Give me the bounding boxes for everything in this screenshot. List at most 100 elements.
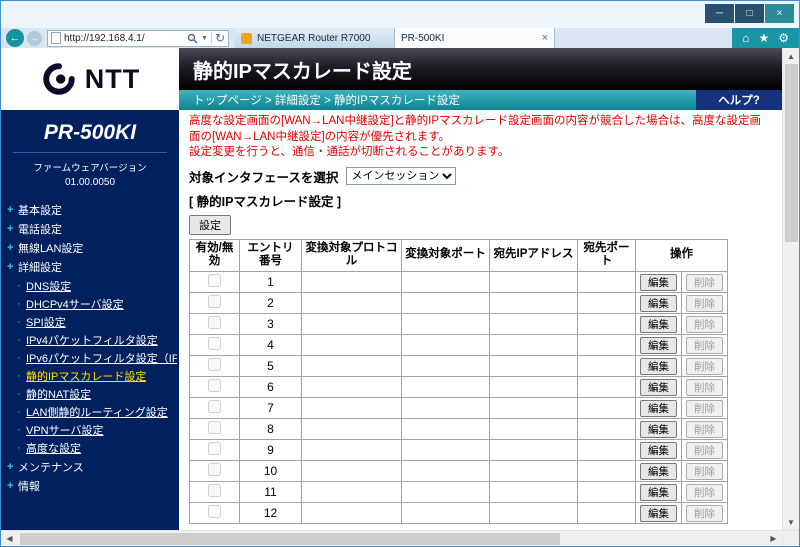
delete-button[interactable]: 削除 — [686, 316, 723, 333]
scroll-right-icon[interactable]: ▶ — [765, 531, 782, 547]
enable-checkbox[interactable] — [208, 379, 221, 392]
edit-button[interactable]: 編集 — [640, 400, 677, 417]
sidebar-subitem[interactable]: ·IPv4パケットフィルタ設定 — [17, 332, 177, 348]
sidebar-subitem[interactable]: ·SPI設定 — [17, 314, 177, 330]
sidebar-item[interactable]: +メンテナンス — [7, 459, 177, 475]
refresh-icon[interactable]: ↻ — [215, 31, 225, 45]
scroll-left-icon[interactable]: ◀ — [1, 531, 18, 547]
warning-text: 高度な設定画面の[WAN→LAN中継設定]と静的IPマスカレード設定画面の内容が… — [189, 114, 772, 161]
interface-select[interactable]: メインセッション — [346, 167, 456, 185]
search-icon[interactable] — [187, 33, 198, 44]
sidebar-link[interactable]: 静的IPマスカレード設定 — [26, 368, 146, 384]
sidebar-item[interactable]: +詳細設定 — [7, 259, 177, 275]
sidebar-link[interactable]: DHCPv4サーバ設定 — [26, 296, 124, 312]
warning-line: 高度な設定画面の[WAN→LAN中継設定]と静的IPマスカレード設定画面の内容が… — [189, 114, 772, 145]
edit-button[interactable]: 編集 — [640, 421, 677, 438]
home-icon[interactable]: ⌂ — [742, 31, 749, 45]
delete-button[interactable]: 削除 — [686, 505, 723, 522]
enable-checkbox[interactable] — [208, 400, 221, 413]
horizontal-scroll-thumb[interactable] — [20, 533, 560, 545]
sidebar-link[interactable]: 高度な設定 — [26, 440, 81, 456]
edit-button[interactable]: 編集 — [640, 337, 677, 354]
edit-cell: 編集 — [636, 293, 682, 314]
enable-checkbox[interactable] — [208, 295, 221, 308]
delete-button[interactable]: 削除 — [686, 274, 723, 291]
url-dropdown-icon[interactable]: ▼ — [201, 35, 208, 42]
sidebar-subitem[interactable]: ·VPNサーバ設定 — [17, 422, 177, 438]
sidebar-link[interactable]: IPv6パケットフィルタ設定（IPo — [26, 350, 177, 366]
enable-checkbox[interactable] — [208, 505, 221, 518]
settings-gear-icon[interactable]: ⚙ — [778, 31, 789, 45]
tab-netgear-router[interactable]: NETGEAR Router R7000 — [235, 28, 395, 48]
enable-checkbox[interactable] — [208, 442, 221, 455]
delete-button[interactable]: 削除 — [686, 442, 723, 459]
sidebar-item[interactable]: +基本設定 — [7, 202, 177, 218]
sidebar-item[interactable]: +情報 — [7, 478, 177, 494]
sidebar-subitem[interactable]: ·DHCPv4サーバ設定 — [17, 296, 177, 312]
sidebar-item[interactable]: +電話設定 — [7, 221, 177, 237]
delete-button[interactable]: 削除 — [686, 421, 723, 438]
favorites-star-icon[interactable]: ★ — [758, 31, 769, 45]
edit-button[interactable]: 編集 — [640, 274, 677, 291]
delete-button[interactable]: 削除 — [686, 379, 723, 396]
enable-checkbox[interactable] — [208, 316, 221, 329]
enable-checkbox[interactable] — [208, 463, 221, 476]
edit-button[interactable]: 編集 — [640, 484, 677, 501]
edit-button[interactable]: 編集 — [640, 379, 677, 396]
empty-cell — [402, 293, 490, 314]
sidebar-subitem[interactable]: ·静的NAT設定 — [17, 386, 177, 402]
delete-button[interactable]: 削除 — [686, 400, 723, 417]
delete-button[interactable]: 削除 — [686, 463, 723, 480]
page-title: 静的IPマスカレード設定 — [179, 48, 782, 90]
help-button[interactable]: ヘルプ? — [696, 90, 782, 110]
address-bar[interactable]: http://192.168.4.1/ ▼ ↻ — [47, 30, 229, 47]
sidebar-link[interactable]: IPv4パケットフィルタ設定 — [26, 332, 158, 348]
sidebar-link[interactable]: VPNサーバ設定 — [26, 422, 104, 438]
sidebar-subitem[interactable]: ·高度な設定 — [17, 440, 177, 456]
close-button[interactable]: × — [765, 4, 794, 23]
edit-button[interactable]: 編集 — [640, 358, 677, 375]
netgear-favicon-icon — [241, 33, 252, 44]
horizontal-scrollbar[interactable]: ◀ ▶ — [1, 530, 799, 546]
minimize-button[interactable]: ─ — [705, 4, 734, 23]
delete-button[interactable]: 削除 — [686, 358, 723, 375]
sidebar-subitem[interactable]: ·IPv6パケットフィルタ設定（IPo — [17, 350, 177, 366]
enable-checkbox[interactable] — [208, 358, 221, 371]
sidebar-subitem[interactable]: ·DNS設定 — [17, 278, 177, 294]
sidebar-subitem[interactable]: ·静的IPマスカレード設定 — [17, 368, 177, 384]
sidebar-link[interactable]: DNS設定 — [26, 278, 71, 294]
maximize-button[interactable]: □ — [735, 4, 764, 23]
delete-button[interactable]: 削除 — [686, 295, 723, 312]
sidebar-subitem[interactable]: ·LAN側静的ルーティング設定 — [17, 404, 177, 420]
enable-checkbox[interactable] — [208, 484, 221, 497]
submit-button[interactable]: 設定 — [189, 215, 231, 235]
edit-button[interactable]: 編集 — [640, 316, 677, 333]
scroll-down-icon[interactable]: ▼ — [783, 514, 800, 530]
tab-close-icon[interactable]: × — [542, 32, 548, 44]
sidebar-item[interactable]: +無線LAN設定 — [7, 240, 177, 256]
sidebar-link[interactable]: 静的NAT設定 — [26, 386, 91, 402]
url-text[interactable]: http://192.168.4.1/ — [64, 33, 187, 44]
edit-button[interactable]: 編集 — [640, 295, 677, 312]
scroll-up-icon[interactable]: ▲ — [783, 48, 800, 64]
edit-button[interactable]: 編集 — [640, 463, 677, 480]
delete-button[interactable]: 削除 — [686, 337, 723, 354]
back-button[interactable]: ← — [6, 29, 24, 47]
enable-checkbox[interactable] — [208, 421, 221, 434]
checkbox-cell — [190, 482, 240, 503]
vertical-scroll-thumb[interactable] — [785, 64, 798, 242]
edit-button[interactable]: 編集 — [640, 442, 677, 459]
edit-button[interactable]: 編集 — [640, 505, 677, 522]
bullet-icon: · — [17, 280, 26, 292]
vertical-scrollbar[interactable]: ▲ ▼ — [782, 48, 799, 530]
enable-checkbox[interactable] — [208, 274, 221, 287]
empty-cell — [302, 377, 402, 398]
entry-number: 4 — [240, 335, 302, 356]
delete-button[interactable]: 削除 — [686, 484, 723, 501]
forward-button[interactable]: → — [27, 31, 42, 46]
breadcrumb[interactable]: トップページ > 詳細設定 > 静的IPマスカレード設定 — [179, 90, 696, 110]
enable-checkbox[interactable] — [208, 337, 221, 350]
sidebar-link[interactable]: LAN側静的ルーティング設定 — [26, 404, 168, 420]
sidebar-link[interactable]: SPI設定 — [26, 314, 66, 330]
tab-pr-500ki[interactable]: PR-500KI × — [395, 28, 555, 48]
